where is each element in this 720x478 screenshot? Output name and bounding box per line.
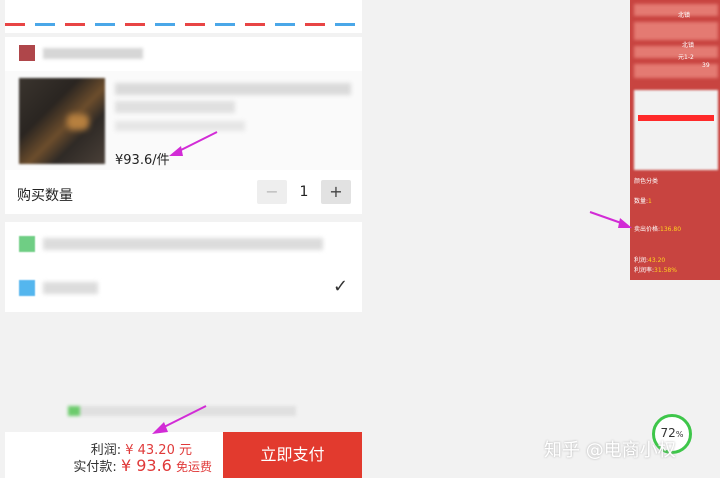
order-info-panel: 北镇 北镇 元1-2 39 颜色分类 数量:1 卖出价格:136.80 利润:4…: [630, 0, 720, 280]
payment-option-1-label-blurred[interactable]: [43, 238, 323, 250]
watermark: 知乎 @电商小权: [544, 440, 676, 461]
panel-profit-line: 利润:43.20: [634, 255, 665, 264]
panel-product-image-blurred: [634, 90, 718, 170]
free-shipping-text: 免运费: [175, 460, 212, 474]
product-title-blurred: [115, 83, 351, 95]
product-unit-price: ¥93.6/件: [115, 153, 170, 168]
product-title-line2-blurred: [115, 101, 235, 113]
panel-partial-text-3: 元1-2: [678, 54, 694, 61]
panel-partial-text-1: 北镇: [678, 12, 691, 19]
quantity-minus-button[interactable]: −: [257, 180, 287, 204]
actual-payment-value: ¥ 93.6: [120, 456, 172, 475]
panel-red-bar: [638, 115, 714, 121]
panel-color-label: 颜色分类: [634, 178, 659, 185]
payment-option-1-icon: [19, 236, 35, 252]
shop-icon: [19, 45, 35, 61]
panel-qty-value: 1: [648, 198, 652, 205]
product-row[interactable]: ¥93.6/件: [5, 71, 362, 170]
actual-payment-label: 实付款:: [73, 460, 117, 475]
panel-partial-text-2: 北镇: [682, 42, 695, 49]
checkout-bar: 利润: ¥ 43.20 元 实付款: ¥ 93.6 免运费 立即支付: [5, 432, 362, 478]
panel-qty-line: 数量:1: [634, 196, 652, 205]
quantity-label: 购买数量: [17, 188, 73, 204]
product-spec-blurred: [115, 121, 245, 131]
checkmark-icon[interactable]: ✓: [333, 276, 348, 297]
panel-blurred-block-1: [634, 4, 718, 16]
payment-option-2-label-blurred[interactable]: [43, 282, 98, 294]
panel-blurred-block-3: [634, 46, 718, 58]
quantity-plus-button[interactable]: +: [321, 180, 351, 204]
annotation-arrow-sell-price: [589, 211, 632, 228]
panel-sell-price-label: 卖出价格:: [634, 226, 661, 233]
checkout-page: [5, 0, 362, 33]
actual-payment-line: 实付款: ¥ 93.6 免运费: [73, 456, 212, 475]
payment-options: ✓: [5, 222, 362, 312]
shop-row[interactable]: [5, 37, 362, 71]
pay-now-button[interactable]: 立即支付: [223, 432, 362, 478]
quantity-row: 购买数量 − 1 +: [5, 170, 362, 214]
panel-margin-value: 31.58%: [654, 267, 677, 274]
panel-profit-value: 43.20: [648, 257, 666, 264]
panel-profit-label: 利润:: [634, 257, 649, 264]
shop-name-blurred: [43, 48, 143, 59]
address-envelope-stripe: [5, 23, 362, 26]
panel-sell-price-value: 136.80: [660, 226, 682, 233]
quantity-value[interactable]: 1: [287, 180, 321, 204]
panel-margin-line: 利润率:31.58%: [634, 265, 677, 274]
panel-partial-text-4: 39: [702, 62, 710, 69]
panel-blurred-block-2: [634, 22, 718, 40]
panel-qty-label: 数量:: [634, 198, 649, 205]
panel-margin-label: 利润率:: [634, 267, 655, 274]
product-thumbnail[interactable]: [19, 78, 105, 164]
progress-badge-unit: %: [675, 430, 684, 439]
footer-note-blurred: [68, 406, 296, 416]
panel-sell-price-line: 卖出价格:136.80: [634, 224, 681, 233]
address-card[interactable]: [5, 0, 362, 33]
payment-option-2-icon: [19, 280, 35, 296]
